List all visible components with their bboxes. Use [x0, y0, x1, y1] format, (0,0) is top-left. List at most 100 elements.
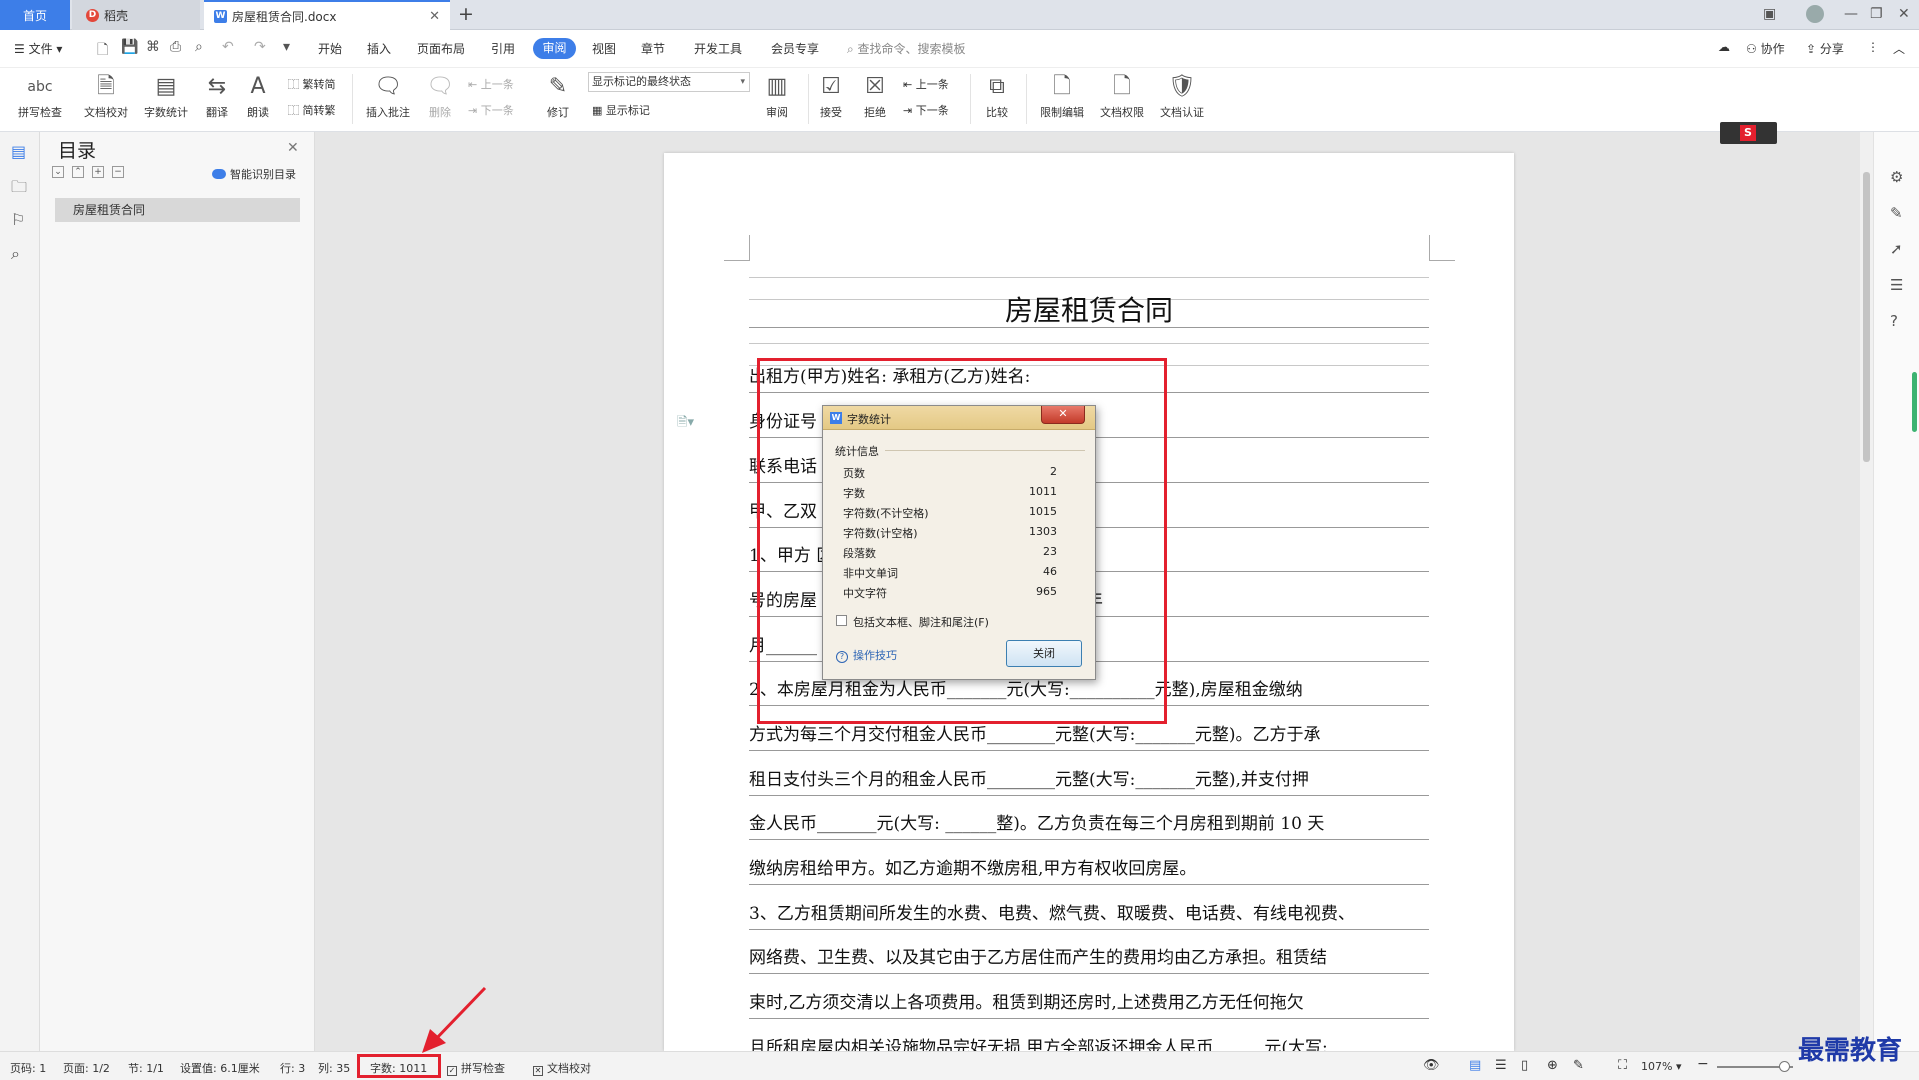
more-icon[interactable]: ⋮ — [1867, 40, 1879, 54]
menu-insert[interactable]: 插入 — [367, 40, 391, 57]
help-icon[interactable]: ? — [1890, 312, 1898, 330]
outline-view-icon[interactable]: ☰ — [1495, 1058, 1507, 1073]
stat-row: 字符数(不计空格) 1015 — [843, 505, 1073, 521]
vertical-scrollbar[interactable] — [1860, 132, 1873, 1051]
doc-compare-button[interactable]: 🗎 文档校对 — [80, 72, 132, 120]
collapse-ribbon-icon[interactable]: ︿ — [1893, 40, 1905, 57]
settings-sliders-icon[interactable]: ☰ — [1890, 276, 1903, 294]
style-icon[interactable]: ⚙ — [1890, 168, 1903, 186]
next-comment-button[interactable]: ⇥ 下一条 — [468, 102, 514, 118]
underline — [749, 343, 1429, 344]
redo-icon[interactable]: ↷ — [254, 39, 266, 55]
markup-state-select[interactable]: 显示标记的最终状态 ▾ — [588, 72, 750, 92]
accept-button[interactable]: ☑ 接受 — [812, 72, 850, 120]
command-search[interactable]: ⌕ 查找命令、搜索模板 — [847, 40, 966, 57]
trad-to-simp-button[interactable]: ⿰ 繁转简 — [288, 76, 336, 92]
restore-icon[interactable]: ❐ — [1870, 6, 1883, 22]
prev-change-button[interactable]: ⇤ 上一条 — [903, 76, 949, 92]
cloud-sync-icon[interactable]: ☁ — [1718, 40, 1730, 54]
format-painter-icon[interactable]: ⌘ — [146, 39, 160, 55]
close-icon[interactable]: ✕ — [287, 140, 299, 156]
remove-heading-icon[interactable]: − — [112, 166, 124, 178]
insert-comment-button[interactable]: 🗨 插入批注 — [362, 72, 414, 120]
file-menu[interactable]: ☰ 文件 ▾ — [14, 40, 62, 57]
zoom-out-icon[interactable]: − — [1697, 1056, 1709, 1072]
restrict-edit-button[interactable]: 🗋 限制编辑 — [1034, 72, 1090, 120]
menu-member[interactable]: 会员专享 — [771, 40, 819, 57]
delete-comment-button[interactable]: 🗨 删除 — [420, 72, 460, 120]
word-count-button[interactable]: ▤ 字数统计 — [140, 72, 192, 120]
status-page[interactable]: 页面: 1/2 — [63, 1060, 110, 1076]
read-aloud-button[interactable]: A 朗读 — [242, 72, 274, 120]
tab-daoke[interactable]: D 稻壳 — [72, 0, 200, 30]
toc-icon[interactable]: ▤ — [11, 142, 26, 161]
close-window-icon[interactable]: ✕ — [1898, 6, 1910, 22]
eye-protect-icon[interactable]: 👁 — [1423, 1058, 1440, 1073]
next-change-button[interactable]: ⇥ 下一条 — [903, 102, 949, 118]
new-tab-button[interactable]: + — [458, 3, 474, 25]
left-nav-strip: ▤ 🗀 ⚐ ⌕ — [0, 132, 40, 1051]
print-preview-icon[interactable]: ⌕ — [195, 39, 203, 55]
tab-home[interactable]: 首页 — [0, 0, 70, 30]
include-textbox-checkbox[interactable] — [836, 615, 847, 626]
avatar[interactable] — [1806, 5, 1824, 23]
page-view-icon[interactable]: ▤ — [1469, 1058, 1481, 1073]
doc-certify-button[interactable]: 🛡 文档认证 — [1154, 72, 1210, 120]
review-pane-button[interactable]: ▥ 审阅 — [758, 72, 796, 120]
bookmark-icon[interactable]: ⚐ — [11, 210, 25, 229]
smart-toc-button[interactable]: 智能识别目录 — [212, 166, 296, 182]
menu-chapter[interactable]: 章节 — [641, 40, 665, 57]
tips-link[interactable]: ? 操作技巧 — [836, 647, 897, 663]
dialog-close-confirm-button[interactable]: 关闭 — [1006, 640, 1082, 667]
undo-icon[interactable]: ↶ — [222, 39, 234, 55]
simp-to-trad-button[interactable]: ⿰ 简转繁 — [288, 102, 336, 118]
revise-button[interactable]: ✎ 修订 — [540, 72, 576, 120]
status-doc-compare[interactable]: ✕ 文档校对 — [533, 1060, 591, 1076]
menu-view[interactable]: 视图 — [592, 40, 616, 57]
translate-button[interactable]: ⇆ 翻译 — [198, 72, 236, 120]
expand-up-icon[interactable]: ⌃ — [72, 166, 84, 178]
floating-toolbar[interactable]: S — [1720, 122, 1777, 144]
print-icon[interactable]: ⎙ — [170, 39, 181, 55]
add-heading-icon[interactable]: + — [92, 166, 104, 178]
customize-icon[interactable]: ▾ — [283, 39, 290, 55]
dialog-close-button[interactable]: ✕ — [1041, 406, 1085, 424]
zoom-slider-handle[interactable] — [1779, 1061, 1790, 1072]
select-cursor-icon[interactable]: ➚ — [1890, 240, 1903, 258]
menu-page-layout[interactable]: 页面布局 — [417, 40, 465, 57]
menu-developer[interactable]: 开发工具 — [694, 40, 742, 57]
show-markup-button[interactable]: ▦ 显示标记 — [592, 102, 650, 118]
reject-button[interactable]: ☒ 拒绝 — [856, 72, 894, 120]
write-view-icon[interactable]: ✎ — [1573, 1058, 1584, 1073]
edit-pen-icon[interactable]: ✎ — [1890, 204, 1903, 222]
collab-button[interactable]: ⚇ 协作 — [1746, 40, 1785, 57]
menu-reference[interactable]: 引用 — [491, 40, 515, 57]
dialog-title-bar[interactable]: W 字数统计 ✕ — [823, 406, 1095, 430]
save-icon[interactable]: 💾 — [121, 39, 138, 55]
prev-comment-button[interactable]: ⇤ 上一条 — [468, 76, 514, 92]
minimize-icon[interactable]: — — [1844, 6, 1858, 22]
close-tab-icon[interactable]: ✕ — [429, 9, 440, 24]
simp-to-trad-label: 简转繁 — [302, 104, 336, 117]
zoom-level[interactable]: 107% ▾ — [1641, 1060, 1681, 1073]
scrollbar-thumb[interactable] — [1863, 172, 1870, 462]
window-layout-icon[interactable]: ▣ — [1763, 6, 1776, 22]
prev-change-label: 上一条 — [915, 78, 949, 91]
share-button[interactable]: ⇪ 分享 — [1806, 40, 1844, 57]
paragraph-menu-icon[interactable]: 🗎▾ — [677, 413, 694, 435]
doc-permission-button[interactable]: 🗋 文档权限 — [1094, 72, 1150, 120]
chapter-icon[interactable]: 🗀 — [11, 176, 27, 203]
web-view-icon[interactable]: ⊕ — [1547, 1058, 1558, 1073]
new-doc-icon[interactable]: 🗋 — [97, 39, 108, 63]
status-spellcheck[interactable]: ✓ 拼写检查 — [447, 1060, 505, 1076]
fit-page-icon[interactable]: ⛶ — [1618, 1058, 1627, 1073]
toc-item[interactable]: 房屋租赁合同 — [55, 198, 300, 222]
menu-review[interactable]: 审阅 — [533, 38, 576, 59]
read-view-icon[interactable]: ▯ — [1521, 1058, 1528, 1073]
tab-document[interactable]: W 房屋租赁合同.docx ✕ — [204, 0, 450, 30]
compare-button[interactable]: ⧉ 比较 — [978, 72, 1016, 120]
search-icon[interactable]: ⌕ — [11, 244, 20, 264]
menu-home[interactable]: 开始 — [318, 40, 342, 57]
collapse-all-icon[interactable]: ⌄ — [52, 166, 64, 178]
spellcheck-button[interactable]: abc 拼写检查 — [12, 72, 68, 120]
